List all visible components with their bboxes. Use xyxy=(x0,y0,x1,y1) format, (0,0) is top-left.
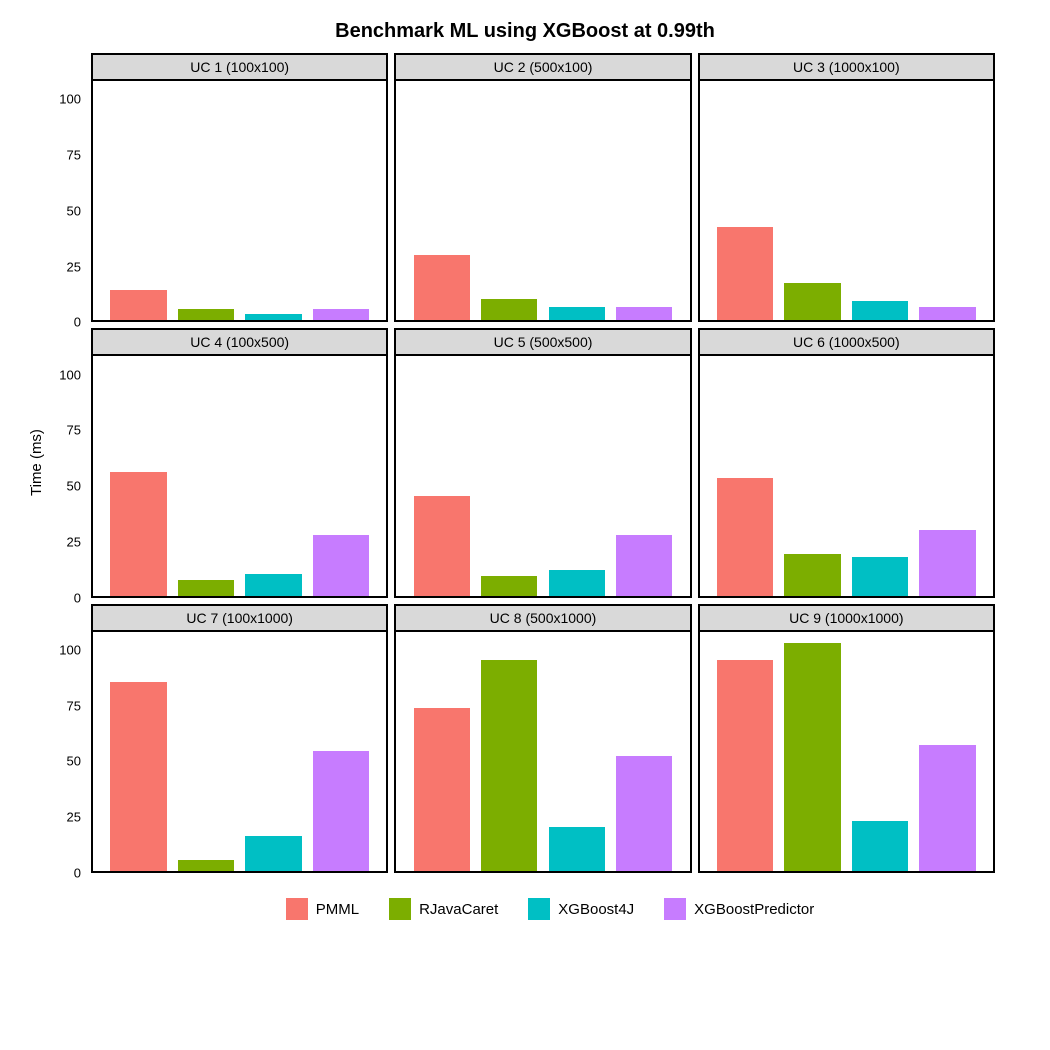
y-tick: 0 xyxy=(74,315,81,330)
facet-plot xyxy=(700,356,993,595)
facet-label: UC 8 (500x1000) xyxy=(396,606,689,632)
y-tick: 75 xyxy=(67,148,81,163)
legend-label: XGBoost4J xyxy=(558,901,634,918)
facet-label: UC 6 (1000x500) xyxy=(700,330,993,356)
legend-label: XGBoostPredictor xyxy=(694,901,814,918)
facet-grid: 0 25 50 75 100 UC 1 (100x100) UC 2 (500x100) UC… xyxy=(45,53,995,873)
bar-rjavacaret xyxy=(481,576,537,596)
y-tick: 25 xyxy=(67,259,81,274)
legend-item: PMML xyxy=(286,898,359,920)
legend-item: XGBoostPredictor xyxy=(664,898,814,920)
facet-panel: UC 4 (100x500) xyxy=(91,328,388,597)
y-tick: 100 xyxy=(59,642,81,657)
facet-label: UC 9 (1000x1000) xyxy=(700,606,993,632)
bar-rjavacaret xyxy=(178,860,234,871)
legend-label: RJavaCaret xyxy=(419,901,498,918)
y-axis-ticks: 0255075100 xyxy=(45,604,85,873)
facet-label: UC 7 (100x1000) xyxy=(93,606,386,632)
bar-xgboost4j xyxy=(852,301,908,321)
y-axis-label: Time (ms) xyxy=(20,53,45,873)
bar-xgboostpredictor xyxy=(919,745,975,871)
bar-pmml xyxy=(717,478,773,595)
facet-panel: UC 5 (500x500) xyxy=(394,328,691,597)
bar-pmml xyxy=(110,472,166,596)
legend: PMML RJavaCaret XGBoost4J XGBoostPredictor xyxy=(20,898,1030,920)
facet-plot xyxy=(93,356,386,595)
y-tick: 25 xyxy=(67,534,81,549)
bar-pmml xyxy=(717,227,773,321)
bar-pmml xyxy=(717,660,773,871)
bar-xgboost4j xyxy=(245,314,301,321)
facet-panel: UC 8 (500x1000) xyxy=(394,604,691,873)
facet-plot xyxy=(700,81,993,320)
facet-label: UC 5 (500x500) xyxy=(396,330,689,356)
bar-xgboostpredictor xyxy=(313,535,369,596)
y-tick: 25 xyxy=(67,810,81,825)
facet-panel: UC 7 (100x1000) xyxy=(91,604,388,873)
bar-xgboost4j xyxy=(549,307,605,320)
bar-pmml xyxy=(414,708,470,871)
y-axis-ticks: 0255075100 xyxy=(45,328,85,597)
bar-xgboostpredictor xyxy=(919,307,975,320)
facet-panel: UC 3 (1000x100) xyxy=(698,53,995,322)
bar-rjavacaret xyxy=(178,580,234,595)
bar-rjavacaret xyxy=(784,554,840,595)
chart-container: Benchmark ML using XGBoost at 0.99th Tim… xyxy=(20,20,1030,920)
bar-xgboost4j xyxy=(245,836,301,871)
facet-label: UC 4 (100x500) xyxy=(93,330,386,356)
facet-panel: UC 6 (1000x500) xyxy=(698,328,995,597)
bar-pmml xyxy=(414,496,470,596)
facet-plot xyxy=(93,632,386,871)
facet-panel: UC 2 (500x100) xyxy=(394,53,691,322)
y-axis-ticks: 0255075100 xyxy=(45,53,85,322)
y-tick: 75 xyxy=(67,423,81,438)
legend-swatch xyxy=(528,898,550,920)
bar-xgboost4j xyxy=(852,557,908,596)
y-tick: 50 xyxy=(67,203,81,218)
bar-rjavacaret xyxy=(784,283,840,320)
bar-xgboostpredictor xyxy=(616,535,672,596)
bar-pmml xyxy=(414,255,470,320)
facet-panel: UC 9 (1000x1000) xyxy=(698,604,995,873)
bar-xgboostpredictor xyxy=(313,309,369,320)
bar-xgboost4j xyxy=(549,570,605,596)
facet-plot xyxy=(700,632,993,871)
facet-plot xyxy=(396,356,689,595)
y-tick: 100 xyxy=(59,92,81,107)
facet-plot xyxy=(93,81,386,320)
facet-panel: UC 1 (100x100) xyxy=(91,53,388,322)
y-tick: 0 xyxy=(74,866,81,881)
y-tick: 50 xyxy=(67,479,81,494)
bar-pmml xyxy=(110,682,166,871)
bar-xgboostpredictor xyxy=(616,307,672,320)
bar-rjavacaret xyxy=(481,660,537,871)
facet-label: UC 3 (1000x100) xyxy=(700,55,993,81)
y-tick: 100 xyxy=(59,367,81,382)
legend-item: RJavaCaret xyxy=(389,898,498,920)
legend-item: XGBoost4J xyxy=(528,898,634,920)
legend-swatch xyxy=(389,898,411,920)
bar-rjavacaret xyxy=(784,643,840,871)
legend-label: PMML xyxy=(316,901,359,918)
facet-label: UC 1 (100x100) xyxy=(93,55,386,81)
bar-rjavacaret xyxy=(178,309,234,320)
facet-plot xyxy=(396,632,689,871)
bar-xgboost4j xyxy=(245,574,301,596)
facet-label: UC 2 (500x100) xyxy=(396,55,689,81)
y-tick: 0 xyxy=(74,590,81,605)
bar-xgboostpredictor xyxy=(616,756,672,871)
facet-plot xyxy=(396,81,689,320)
y-tick: 50 xyxy=(67,754,81,769)
bar-pmml xyxy=(110,290,166,320)
bar-xgboostpredictor xyxy=(313,751,369,871)
bar-xgboostpredictor xyxy=(919,530,975,595)
bar-xgboost4j xyxy=(549,827,605,871)
legend-swatch xyxy=(286,898,308,920)
chart-title: Benchmark ML using XGBoost at 0.99th xyxy=(20,20,1030,43)
legend-swatch xyxy=(664,898,686,920)
bar-xgboost4j xyxy=(852,821,908,871)
bar-rjavacaret xyxy=(481,299,537,321)
y-tick: 75 xyxy=(67,698,81,713)
